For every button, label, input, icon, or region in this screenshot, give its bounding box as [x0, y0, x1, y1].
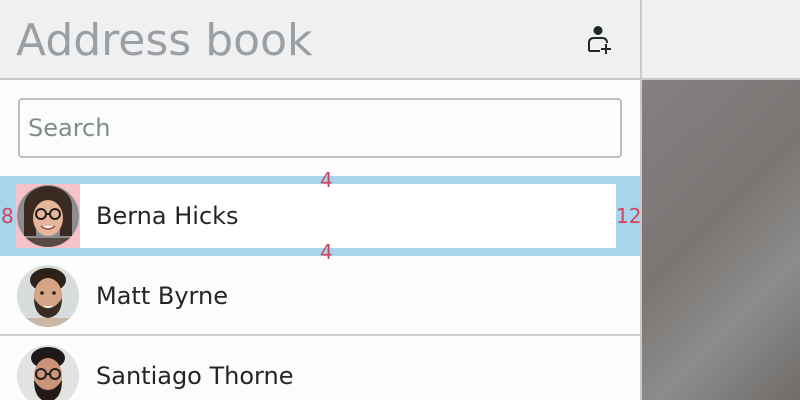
page-title: Address book	[16, 15, 313, 66]
avatar-santiago-thorne	[17, 345, 79, 400]
contact-list: Berna Hicks 4 4 8 12 Matt Byrne Santiago…	[0, 170, 640, 400]
margin-label-left: 8	[1, 204, 14, 228]
page-header: Address book	[0, 0, 640, 80]
margin-label-top: 4	[320, 168, 333, 192]
detail-background-image	[642, 80, 800, 400]
margin-label-right: 12	[616, 204, 640, 228]
contact-detail-pane	[640, 0, 800, 400]
search-field[interactable]	[18, 98, 622, 158]
add-contact-icon	[588, 26, 611, 54]
contact-list-pane: Address book Search Berna Hicks 4 4 8 12…	[0, 0, 640, 400]
contact-name: Santiago Thorne	[96, 362, 294, 390]
add-contact-button[interactable]	[580, 20, 620, 60]
contact-row-matt-byrne[interactable]: Matt Byrne	[0, 256, 640, 336]
contact-name: Berna Hicks	[96, 202, 239, 230]
contact-row-santiago-thorne[interactable]: Santiago Thorne	[0, 336, 640, 400]
contact-name: Matt Byrne	[96, 282, 228, 310]
avatar-matt-byrne	[17, 265, 79, 327]
contact-row-berna-hicks[interactable]: Berna Hicks 4 4 8 12	[0, 170, 640, 262]
avatar-berna-hicks	[17, 185, 79, 247]
detail-header	[642, 0, 800, 80]
search-input[interactable]	[28, 100, 612, 156]
